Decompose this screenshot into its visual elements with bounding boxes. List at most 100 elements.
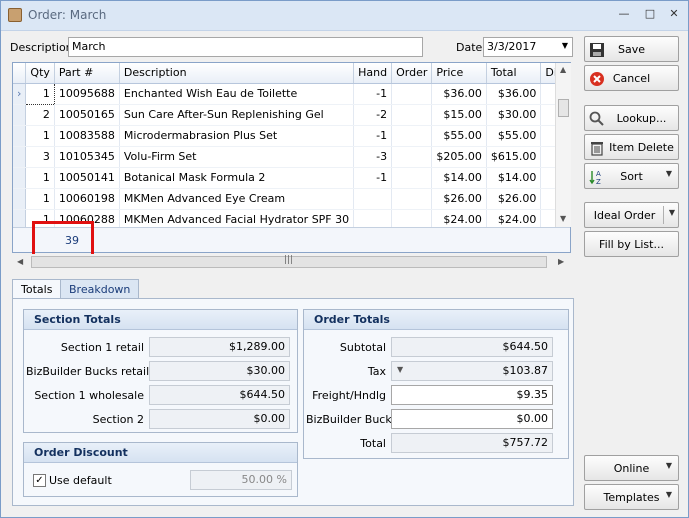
close-button[interactable]: ✕ <box>663 5 685 23</box>
fill-by-list-button[interactable]: Fill by List... <box>584 231 679 257</box>
scrollbar-thumb[interactable]: ||| <box>31 255 547 268</box>
hand-cell[interactable]: -3 <box>353 146 393 168</box>
grip-icon: ||| <box>284 255 294 265</box>
part-cell[interactable]: 10095688 <box>54 83 120 105</box>
order-cell[interactable] <box>391 146 433 168</box>
templates-label: Templates <box>603 491 660 504</box>
total-cell[interactable]: $615.00 <box>486 146 542 168</box>
col-description[interactable]: Description <box>119 63 355 84</box>
col-total[interactable]: Total <box>486 63 542 84</box>
bizbuilder-bucks-input[interactable]: $0.00 <box>391 409 553 429</box>
col-qty[interactable]: Qty <box>25 63 55 84</box>
price-cell[interactable]: $26.00 <box>431 188 487 210</box>
order-discount-group: Order Discount ✓ Use default 50.00 % <box>23 442 298 497</box>
part-cell[interactable]: 10060198 <box>54 188 120 210</box>
scroll-up-icon[interactable]: ▲ <box>560 65 566 74</box>
tab-totals[interactable]: Totals <box>12 279 62 300</box>
total-label: Total <box>360 437 386 450</box>
order-discount-title: Order Discount <box>24 443 297 463</box>
table-row[interactable]: 3 10105345 Volu-Firm Set -3 $205.00 $615… <box>13 146 570 168</box>
desc-cell[interactable]: Enchanted Wish Eau de Toilette <box>119 83 355 105</box>
freight-input[interactable]: $9.35 <box>391 385 553 405</box>
col-order[interactable]: Order <box>391 63 433 84</box>
item-delete-button[interactable]: Item Delete <box>584 134 679 160</box>
date-value: 3/3/2017 <box>487 40 537 53</box>
row-header <box>13 188 27 210</box>
table-row[interactable]: 1 10050141 Botanical Mask Formula 2 -1 $… <box>13 167 570 189</box>
order-cell[interactable] <box>391 188 433 210</box>
price-cell[interactable]: $205.00 <box>431 146 487 168</box>
desc-cell[interactable]: Botanical Mask Formula 2 <box>119 167 355 189</box>
desc-cell[interactable]: MKMen Advanced Eye Cream <box>119 188 355 210</box>
qty-cell[interactable]: 1 <box>25 167 55 189</box>
hand-cell[interactable]: -1 <box>353 125 393 147</box>
price-cell[interactable]: $36.00 <box>431 83 487 105</box>
maximize-button[interactable]: □ <box>639 5 661 23</box>
price-cell[interactable]: $15.00 <box>431 104 487 126</box>
col-hand[interactable]: Hand <box>353 63 393 84</box>
total-cell[interactable]: $36.00 <box>486 83 542 105</box>
row-header <box>13 104 27 126</box>
qty-cell[interactable]: 3 <box>25 146 55 168</box>
order-totals-group: Order Totals Subtotal $644.50 Tax ▼ $103… <box>303 309 569 459</box>
scroll-right-icon[interactable]: ▶ <box>558 257 564 266</box>
desc-cell[interactable]: Volu-Firm Set <box>119 146 355 168</box>
order-cell[interactable] <box>391 167 433 189</box>
order-cell[interactable] <box>391 83 433 105</box>
scroll-down-icon[interactable]: ▼ <box>560 214 566 223</box>
cancel-button[interactable]: Cancel <box>584 65 679 91</box>
order-cell[interactable] <box>391 104 433 126</box>
total-cell[interactable]: $26.00 <box>486 188 542 210</box>
part-cell[interactable]: 10083588 <box>54 125 120 147</box>
qty-cell[interactable]: 1 <box>25 125 55 147</box>
sort-button[interactable]: AZ Sort ▼ <box>584 163 679 189</box>
table-row[interactable]: 2 10050165 Sun Care After-Sun Replenishi… <box>13 104 570 126</box>
window-title: Order: March <box>28 8 107 22</box>
qty-cell[interactable]: 1 <box>25 188 55 210</box>
hand-cell[interactable]: -1 <box>353 83 393 105</box>
order-cell[interactable] <box>391 125 433 147</box>
description-input[interactable]: March <box>68 37 423 57</box>
total-cell[interactable]: $14.00 <box>486 167 542 189</box>
tab-breakdown[interactable]: Breakdown <box>60 279 140 299</box>
title-bar[interactable]: Order: March — □ ✕ <box>1 1 688 31</box>
desc-cell[interactable]: Microdermabrasion Plus Set <box>119 125 355 147</box>
qty-cell[interactable]: 2 <box>25 104 55 126</box>
tax-field[interactable]: ▼ $103.87 <box>391 361 553 381</box>
total-cell[interactable]: $30.00 <box>486 104 542 126</box>
save-button[interactable]: Save <box>584 36 679 62</box>
ideal-order-button[interactable]: Ideal Order ▼ <box>584 202 679 228</box>
online-button[interactable]: Online ▼ <box>584 455 679 481</box>
part-cell[interactable]: 10050165 <box>54 104 120 126</box>
table-row[interactable]: › 1 10095688 Enchanted Wish Eau de Toile… <box>13 82 570 105</box>
scrollbar-thumb[interactable] <box>558 99 569 117</box>
hand-cell[interactable]: -2 <box>353 104 393 126</box>
chevron-down-icon[interactable]: ▼ <box>562 41 568 50</box>
qty-cell[interactable]: 1 <box>25 82 55 105</box>
table-row[interactable]: 1 10083588 Microdermabrasion Plus Set -1… <box>13 125 570 147</box>
hand-cell[interactable]: -1 <box>353 167 393 189</box>
col-price[interactable]: Price <box>431 63 487 84</box>
price-cell[interactable]: $55.00 <box>431 125 487 147</box>
chevron-down-icon[interactable]: ▼ <box>669 208 675 217</box>
chevron-down-icon[interactable]: ▼ <box>397 365 403 374</box>
date-picker[interactable]: 3/3/2017 ▼ <box>483 37 573 57</box>
minimize-button[interactable]: — <box>613 5 635 23</box>
row-header <box>13 167 27 189</box>
table-row[interactable]: 1 10060198 MKMen Advanced Eye Cream $26.… <box>13 188 570 210</box>
desc-cell[interactable]: Sun Care After-Sun Replenishing Gel <box>119 104 355 126</box>
part-cell[interactable]: 10105345 <box>54 146 120 168</box>
lookup-button[interactable]: Lookup... <box>584 105 679 131</box>
fill-by-list-label: Fill by List... <box>599 238 664 251</box>
col-part[interactable]: Part # <box>54 63 120 84</box>
section2-value: $0.00 <box>149 409 290 429</box>
total-cell[interactable]: $55.00 <box>486 125 542 147</box>
grid-vertical-scrollbar[interactable]: ▲ ▼ <box>555 63 571 227</box>
hand-cell[interactable] <box>353 188 393 210</box>
grid-horizontal-scrollbar[interactable]: ◀ ||| ▶ <box>13 254 571 270</box>
price-cell[interactable]: $14.00 <box>431 167 487 189</box>
scroll-left-icon[interactable]: ◀ <box>17 257 23 266</box>
part-cell[interactable]: 10050141 <box>54 167 120 189</box>
use-default-checkbox[interactable]: ✓ <box>33 474 46 487</box>
templates-button[interactable]: Templates ▼ <box>584 484 679 510</box>
